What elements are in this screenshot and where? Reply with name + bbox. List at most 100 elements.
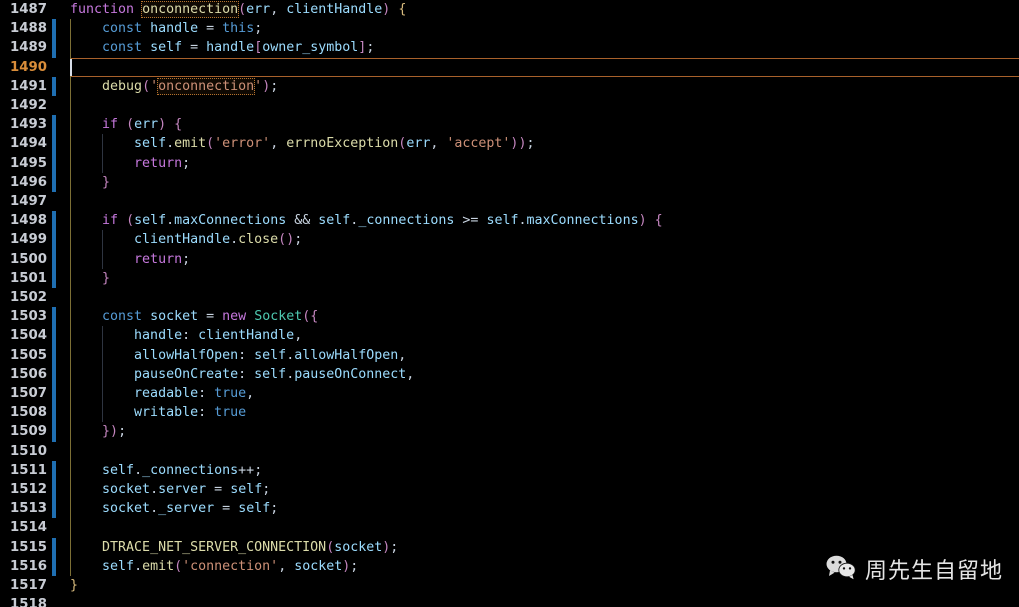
line-number[interactable]: 1516	[0, 557, 47, 576]
line-content[interactable]: socket._server = self;	[70, 499, 278, 518]
line-content[interactable]: if (self.maxConnections && self._connect…	[70, 211, 663, 230]
line-number[interactable]: 1492	[0, 96, 47, 115]
git-modified-marker	[52, 460, 56, 480]
line-content[interactable]: }	[70, 173, 110, 192]
line-content[interactable]: return;	[70, 250, 190, 269]
code-line[interactable]: 1495 return;	[0, 153, 1019, 173]
line-number[interactable]: 1491	[0, 77, 47, 96]
line-number[interactable]: 1511	[0, 461, 47, 480]
code-line[interactable]: 1494 self.emit('error', errnoException(e…	[0, 134, 1019, 154]
line-content[interactable]: const self = handle[owner_symbol];	[70, 38, 374, 57]
git-modified-marker	[52, 556, 56, 576]
code-line[interactable]: 1509 });	[0, 422, 1019, 442]
code-line[interactable]: 1499 clientHandle.close();	[0, 230, 1019, 250]
code-line[interactable]: 1503 const socket = new Socket({	[0, 307, 1019, 327]
line-number[interactable]: 1499	[0, 230, 47, 249]
line-content[interactable]: }	[70, 269, 110, 288]
indent-guide	[70, 441, 71, 461]
git-modified-marker	[52, 268, 56, 288]
line-number[interactable]: 1513	[0, 499, 47, 518]
code-line[interactable]: 1490	[0, 57, 1019, 77]
line-number[interactable]: 1506	[0, 365, 47, 384]
line-content[interactable]: if (err) {	[70, 115, 182, 134]
line-number[interactable]: 1510	[0, 442, 47, 461]
occurrence-highlight: onconnection	[141, 1, 240, 18]
code-line[interactable]: 1514	[0, 518, 1019, 538]
line-number[interactable]: 1496	[0, 173, 47, 192]
line-number[interactable]: 1518	[0, 595, 47, 607]
line-number[interactable]: 1489	[0, 38, 47, 57]
line-number[interactable]: 1490	[0, 58, 47, 77]
indent-guide	[70, 96, 71, 116]
code-line[interactable]: 1489 const self = handle[owner_symbol];	[0, 38, 1019, 58]
line-number[interactable]: 1509	[0, 422, 47, 441]
code-line[interactable]: 1512 socket.server = self;	[0, 480, 1019, 500]
line-number[interactable]: 1503	[0, 307, 47, 326]
line-content[interactable]: self.emit('error', errnoException(err, '…	[70, 134, 534, 153]
git-modified-marker	[52, 19, 56, 39]
code-line[interactable]: 1511 self._connections++;	[0, 460, 1019, 480]
code-line[interactable]: 1510	[0, 441, 1019, 461]
line-number[interactable]: 1517	[0, 576, 47, 595]
line-content[interactable]: clientHandle.close();	[70, 230, 302, 249]
line-content[interactable]: writable: true	[70, 403, 246, 422]
line-number[interactable]: 1498	[0, 211, 47, 230]
code-line[interactable]: 1504 handle: clientHandle,	[0, 326, 1019, 346]
line-content[interactable]: handle: clientHandle,	[70, 326, 302, 345]
git-modified-marker	[52, 230, 56, 250]
line-content[interactable]: readable: true,	[70, 384, 254, 403]
line-number[interactable]: 1495	[0, 154, 47, 173]
line-content[interactable]: self._connections++;	[70, 461, 262, 480]
line-content[interactable]: });	[70, 422, 126, 441]
line-number[interactable]: 1514	[0, 518, 47, 537]
line-number[interactable]: 1505	[0, 346, 47, 365]
line-number[interactable]: 1512	[0, 480, 47, 499]
line-content[interactable]: const handle = this;	[70, 19, 262, 38]
line-number[interactable]: 1494	[0, 134, 47, 153]
git-modified-marker	[52, 134, 56, 154]
line-number[interactable]: 1493	[0, 115, 47, 134]
code-line[interactable]: 1513 socket._server = self;	[0, 499, 1019, 519]
line-number[interactable]: 1488	[0, 19, 47, 38]
line-content[interactable]: function onconnection(err, clientHandle)…	[70, 0, 406, 19]
line-content[interactable]: allowHalfOpen: self.allowHalfOpen,	[70, 346, 406, 365]
indent-guide	[70, 192, 71, 212]
line-content[interactable]: socket.server = self;	[70, 480, 270, 499]
code-line[interactable]: 1502	[0, 288, 1019, 308]
line-number[interactable]: 1508	[0, 403, 47, 422]
git-modified-marker	[52, 364, 56, 384]
line-number[interactable]: 1502	[0, 288, 47, 307]
line-content[interactable]: DTRACE_NET_SERVER_CONNECTION(socket);	[70, 538, 398, 557]
line-number[interactable]: 1501	[0, 269, 47, 288]
code-line[interactable]: 1493 if (err) {	[0, 115, 1019, 135]
code-line[interactable]: 1501 }	[0, 268, 1019, 288]
code-line[interactable]: 1497	[0, 192, 1019, 212]
line-content[interactable]: const socket = new Socket({	[70, 307, 318, 326]
line-number[interactable]: 1500	[0, 250, 47, 269]
code-line[interactable]: 1487 function onconnection(err, clientHan…	[0, 0, 1019, 19]
line-content[interactable]: pauseOnCreate: self.pauseOnConnect,	[70, 365, 414, 384]
code-line[interactable]: 1506 pauseOnCreate: self.pauseOnConnect,	[0, 364, 1019, 384]
code-line[interactable]: 1491 debug('onconnection');	[0, 76, 1019, 96]
code-line[interactable]: 1496 }	[0, 172, 1019, 192]
code-line[interactable]: 1507 readable: true,	[0, 384, 1019, 404]
code-editor[interactable]: 1487 function onconnection(err, clientHan…	[0, 0, 1019, 607]
line-number[interactable]: 1507	[0, 384, 47, 403]
line-number[interactable]: 1497	[0, 192, 47, 211]
line-number[interactable]: 1515	[0, 538, 47, 557]
line-content[interactable]: self.emit('connection', socket);	[70, 557, 358, 576]
code-line[interactable]: 1488 const handle = this;	[0, 19, 1019, 39]
code-line[interactable]: 1518	[0, 595, 1019, 607]
line-content[interactable]: }	[70, 576, 78, 595]
code-line[interactable]: 1505 allowHalfOpen: self.allowHalfOpen,	[0, 345, 1019, 365]
code-line[interactable]: 1508 writable: true	[0, 403, 1019, 423]
line-number[interactable]: 1487	[0, 0, 47, 19]
code-line[interactable]: 1500 return;	[0, 249, 1019, 269]
line-content[interactable]: return;	[70, 154, 190, 173]
code-line[interactable]: 1498 if (self.maxConnections && self._co…	[0, 211, 1019, 231]
indent-guide	[70, 288, 71, 308]
line-number[interactable]: 1504	[0, 326, 47, 345]
text-caret	[70, 58, 72, 76]
line-content[interactable]: debug('onconnection');	[70, 77, 278, 96]
code-line[interactable]: 1492	[0, 96, 1019, 116]
